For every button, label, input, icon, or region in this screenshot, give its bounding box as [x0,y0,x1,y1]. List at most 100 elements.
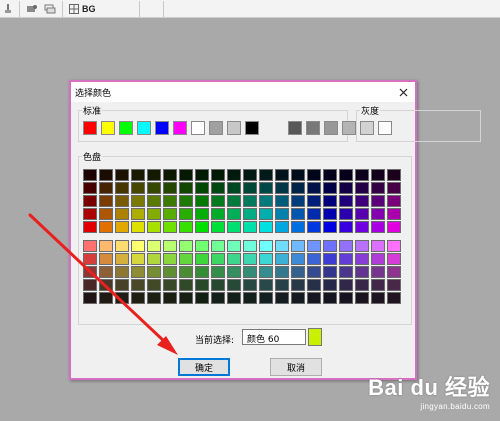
palette-cell[interactable] [387,221,401,233]
palette-cell[interactable] [259,266,273,278]
palette-cell[interactable] [163,221,177,233]
palette-cell[interactable] [339,253,353,265]
palette-cell[interactable] [179,221,193,233]
palette-cell[interactable] [131,253,145,265]
palette-cell[interactable] [339,195,353,207]
palette-cell[interactable] [307,182,321,194]
palette-cell[interactable] [243,292,257,304]
palette-cell[interactable] [307,169,321,181]
palette-cell[interactable] [371,240,385,252]
standard-color-swatch[interactable] [83,121,97,135]
palette-cell[interactable] [115,221,129,233]
grayscale-swatch[interactable] [360,121,374,135]
palette-cell[interactable] [339,169,353,181]
standard-color-swatch[interactable] [245,121,259,135]
palette-cell[interactable] [243,279,257,291]
standard-color-swatch[interactable] [191,121,205,135]
palette-cell[interactable] [339,240,353,252]
grayscale-swatch[interactable] [342,121,356,135]
palette-cell[interactable] [163,169,177,181]
palette-cell[interactable] [179,266,193,278]
palette-cell[interactable] [371,169,385,181]
palette-cell[interactable] [83,208,97,220]
palette-cell[interactable] [147,208,161,220]
palette-cell[interactable] [163,240,177,252]
cancel-button[interactable]: 取消 [270,358,322,376]
palette-cell[interactable] [291,169,305,181]
palette-cell[interactable] [115,240,129,252]
palette-cell[interactable] [259,182,273,194]
palette-cell[interactable] [115,253,129,265]
palette-cell[interactable] [83,182,97,194]
palette-cell[interactable] [323,169,337,181]
palette-cell[interactable] [131,195,145,207]
palette-cell[interactable] [323,266,337,278]
palette-cell[interactable] [355,266,369,278]
palette-cell[interactable] [275,292,289,304]
palette-cell[interactable] [227,208,241,220]
palette-cell[interactable] [179,195,193,207]
palette-cell[interactable] [307,195,321,207]
palette-cell[interactable] [339,182,353,194]
palette-cell[interactable] [147,266,161,278]
palette-cell[interactable] [387,279,401,291]
palette-cell[interactable] [83,169,97,181]
palette-cell[interactable] [339,279,353,291]
close-button[interactable] [395,84,411,100]
palette-cell[interactable] [147,169,161,181]
palette-cell[interactable] [355,182,369,194]
palette-cell[interactable] [227,279,241,291]
palette-cell[interactable] [179,182,193,194]
palette-cell[interactable] [323,253,337,265]
palette-cell[interactable] [275,169,289,181]
palette-cell[interactable] [131,266,145,278]
palette-cell[interactable] [163,253,177,265]
palette-cell[interactable] [195,169,209,181]
palette-cell[interactable] [227,195,241,207]
palette-cell[interactable] [291,240,305,252]
palette-cell[interactable] [307,279,321,291]
palette-cell[interactable] [243,208,257,220]
palette-cell[interactable] [163,195,177,207]
standard-color-swatch[interactable] [155,121,169,135]
palette-cell[interactable] [195,266,209,278]
palette-cell[interactable] [83,240,97,252]
palette-cell[interactable] [371,266,385,278]
palette-cell[interactable] [195,221,209,233]
palette-cell[interactable] [227,253,241,265]
palette-cell[interactable] [291,195,305,207]
palette-cell[interactable] [243,266,257,278]
palette-cell[interactable] [339,292,353,304]
palette-cell[interactable] [115,195,129,207]
palette-cell[interactable] [371,208,385,220]
palette-cell[interactable] [211,279,225,291]
palette-cell[interactable] [387,169,401,181]
palette-cell[interactable] [355,208,369,220]
palette-cell[interactable] [179,208,193,220]
palette-cell[interactable] [275,221,289,233]
palette-cell[interactable] [115,182,129,194]
palette-cell[interactable] [99,182,113,194]
palette-cell[interactable] [371,279,385,291]
palette-cell[interactable] [291,208,305,220]
palette-cell[interactable] [179,253,193,265]
palette-cell[interactable] [243,182,257,194]
palette-cell[interactable] [99,279,113,291]
palette-cell[interactable] [99,266,113,278]
palette-cell[interactable] [275,208,289,220]
grayscale-swatch[interactable] [324,121,338,135]
palette-cell[interactable] [227,182,241,194]
palette-cell[interactable] [243,169,257,181]
palette-cell[interactable] [323,195,337,207]
palette-cell[interactable] [323,182,337,194]
standard-color-swatch[interactable] [209,121,223,135]
palette-cell[interactable] [131,208,145,220]
palette-cell[interactable] [99,221,113,233]
palette-cell[interactable] [99,169,113,181]
palette-cell[interactable] [99,208,113,220]
palette-cell[interactable] [355,292,369,304]
palette-cell[interactable] [115,266,129,278]
palette-cell[interactable] [211,240,225,252]
palette-cell[interactable] [83,292,97,304]
palette-cell[interactable] [163,208,177,220]
